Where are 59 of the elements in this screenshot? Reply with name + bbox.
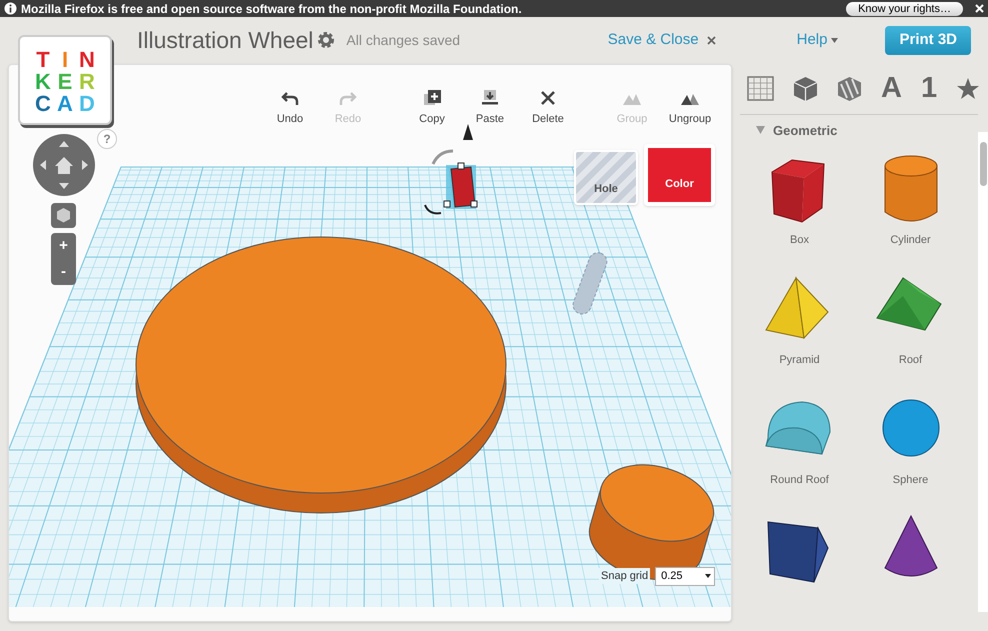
cylinder-shape[interactable]: [588, 464, 714, 580]
view-navigation-control[interactable]: [33, 134, 95, 196]
print-3d-button[interactable]: Print 3D: [885, 26, 971, 55]
scrollbar[interactable]: [978, 132, 988, 612]
library-tab[interactable]: 1: [920, 74, 938, 103]
save-close-button[interactable]: Save & Close: [608, 29, 716, 52]
logo-letter: N: [79, 49, 95, 71]
undo-button[interactable]: Undo: [263, 88, 317, 127]
save-status: All changes saved: [346, 30, 460, 50]
gear-icon[interactable]: [317, 31, 336, 50]
ungroup-button[interactable]: Ungroup: [663, 88, 717, 127]
view-cube-button[interactable]: [51, 202, 76, 228]
help-button[interactable]: ?: [97, 128, 117, 148]
grid-icon[interactable]: [747, 76, 774, 101]
shape-label: Cylinder: [890, 233, 931, 248]
logo-letter: A: [57, 93, 73, 115]
hole-swatch[interactable]: Hole: [574, 150, 638, 204]
delete-button[interactable]: Delete: [521, 88, 575, 127]
shape-label: Pyramid: [779, 353, 820, 368]
know-your-rights-button[interactable]: Know your rights…: [846, 2, 963, 16]
section-title[interactable]: Geometric: [773, 120, 838, 140]
delete-icon: [539, 88, 557, 106]
shape-label: Roof: [898, 353, 922, 368]
striped-cube-icon[interactable]: [837, 76, 862, 102]
solid-cube-icon[interactable]: [793, 76, 818, 102]
logo-letter: R: [79, 71, 95, 93]
close-icon: [706, 36, 716, 45]
logo[interactable]: T I N K E R C A D: [18, 35, 112, 125]
logo-letter: K: [35, 71, 51, 93]
close-icon[interactable]: [975, 4, 984, 13]
logo-letter: E: [58, 71, 72, 93]
caret-icon: [831, 38, 838, 43]
copy-icon: [423, 88, 441, 106]
disc-shape[interactable]: [136, 236, 506, 513]
selected-box-shape[interactable]: [444, 162, 478, 208]
help-menu[interactable]: Help: [796, 29, 838, 52]
shape-label: Sphere: [892, 473, 928, 488]
rotate-handle-icon[interactable]: [424, 204, 442, 214]
zoom-button[interactable]: -: [51, 258, 76, 284]
paste-button[interactable]: Paste: [463, 88, 517, 127]
lift-handle-icon[interactable]: [463, 124, 473, 140]
zoom-button[interactable]: +: [51, 232, 76, 258]
design-title[interactable]: Illustration Wheel: [137, 23, 314, 58]
snap-grid-dropdown[interactable]: 0.25: [655, 566, 716, 586]
rotate-handle-icon[interactable]: [432, 149, 454, 164]
logo-letter: D: [79, 93, 95, 115]
color-swatch[interactable]: Color: [644, 144, 715, 206]
library-tab[interactable]: A: [881, 74, 902, 103]
notification-text: Mozilla Firefox is free and open source software from the non-profit Mozilla Foundation.: [21, 0, 522, 18]
snap-grid-label: Snap grid: [599, 568, 650, 584]
logo-letter: T: [36, 49, 50, 71]
copy-button[interactable]: Copy: [405, 88, 459, 127]
shape-label: Box: [790, 233, 809, 248]
shape-label: Round Roof: [770, 473, 829, 488]
logo-letter: C: [35, 93, 51, 115]
logo-letter: I: [62, 49, 68, 71]
star-icon[interactable]: [956, 77, 980, 100]
caret-icon: [705, 574, 712, 578]
paste-icon: [481, 88, 499, 106]
